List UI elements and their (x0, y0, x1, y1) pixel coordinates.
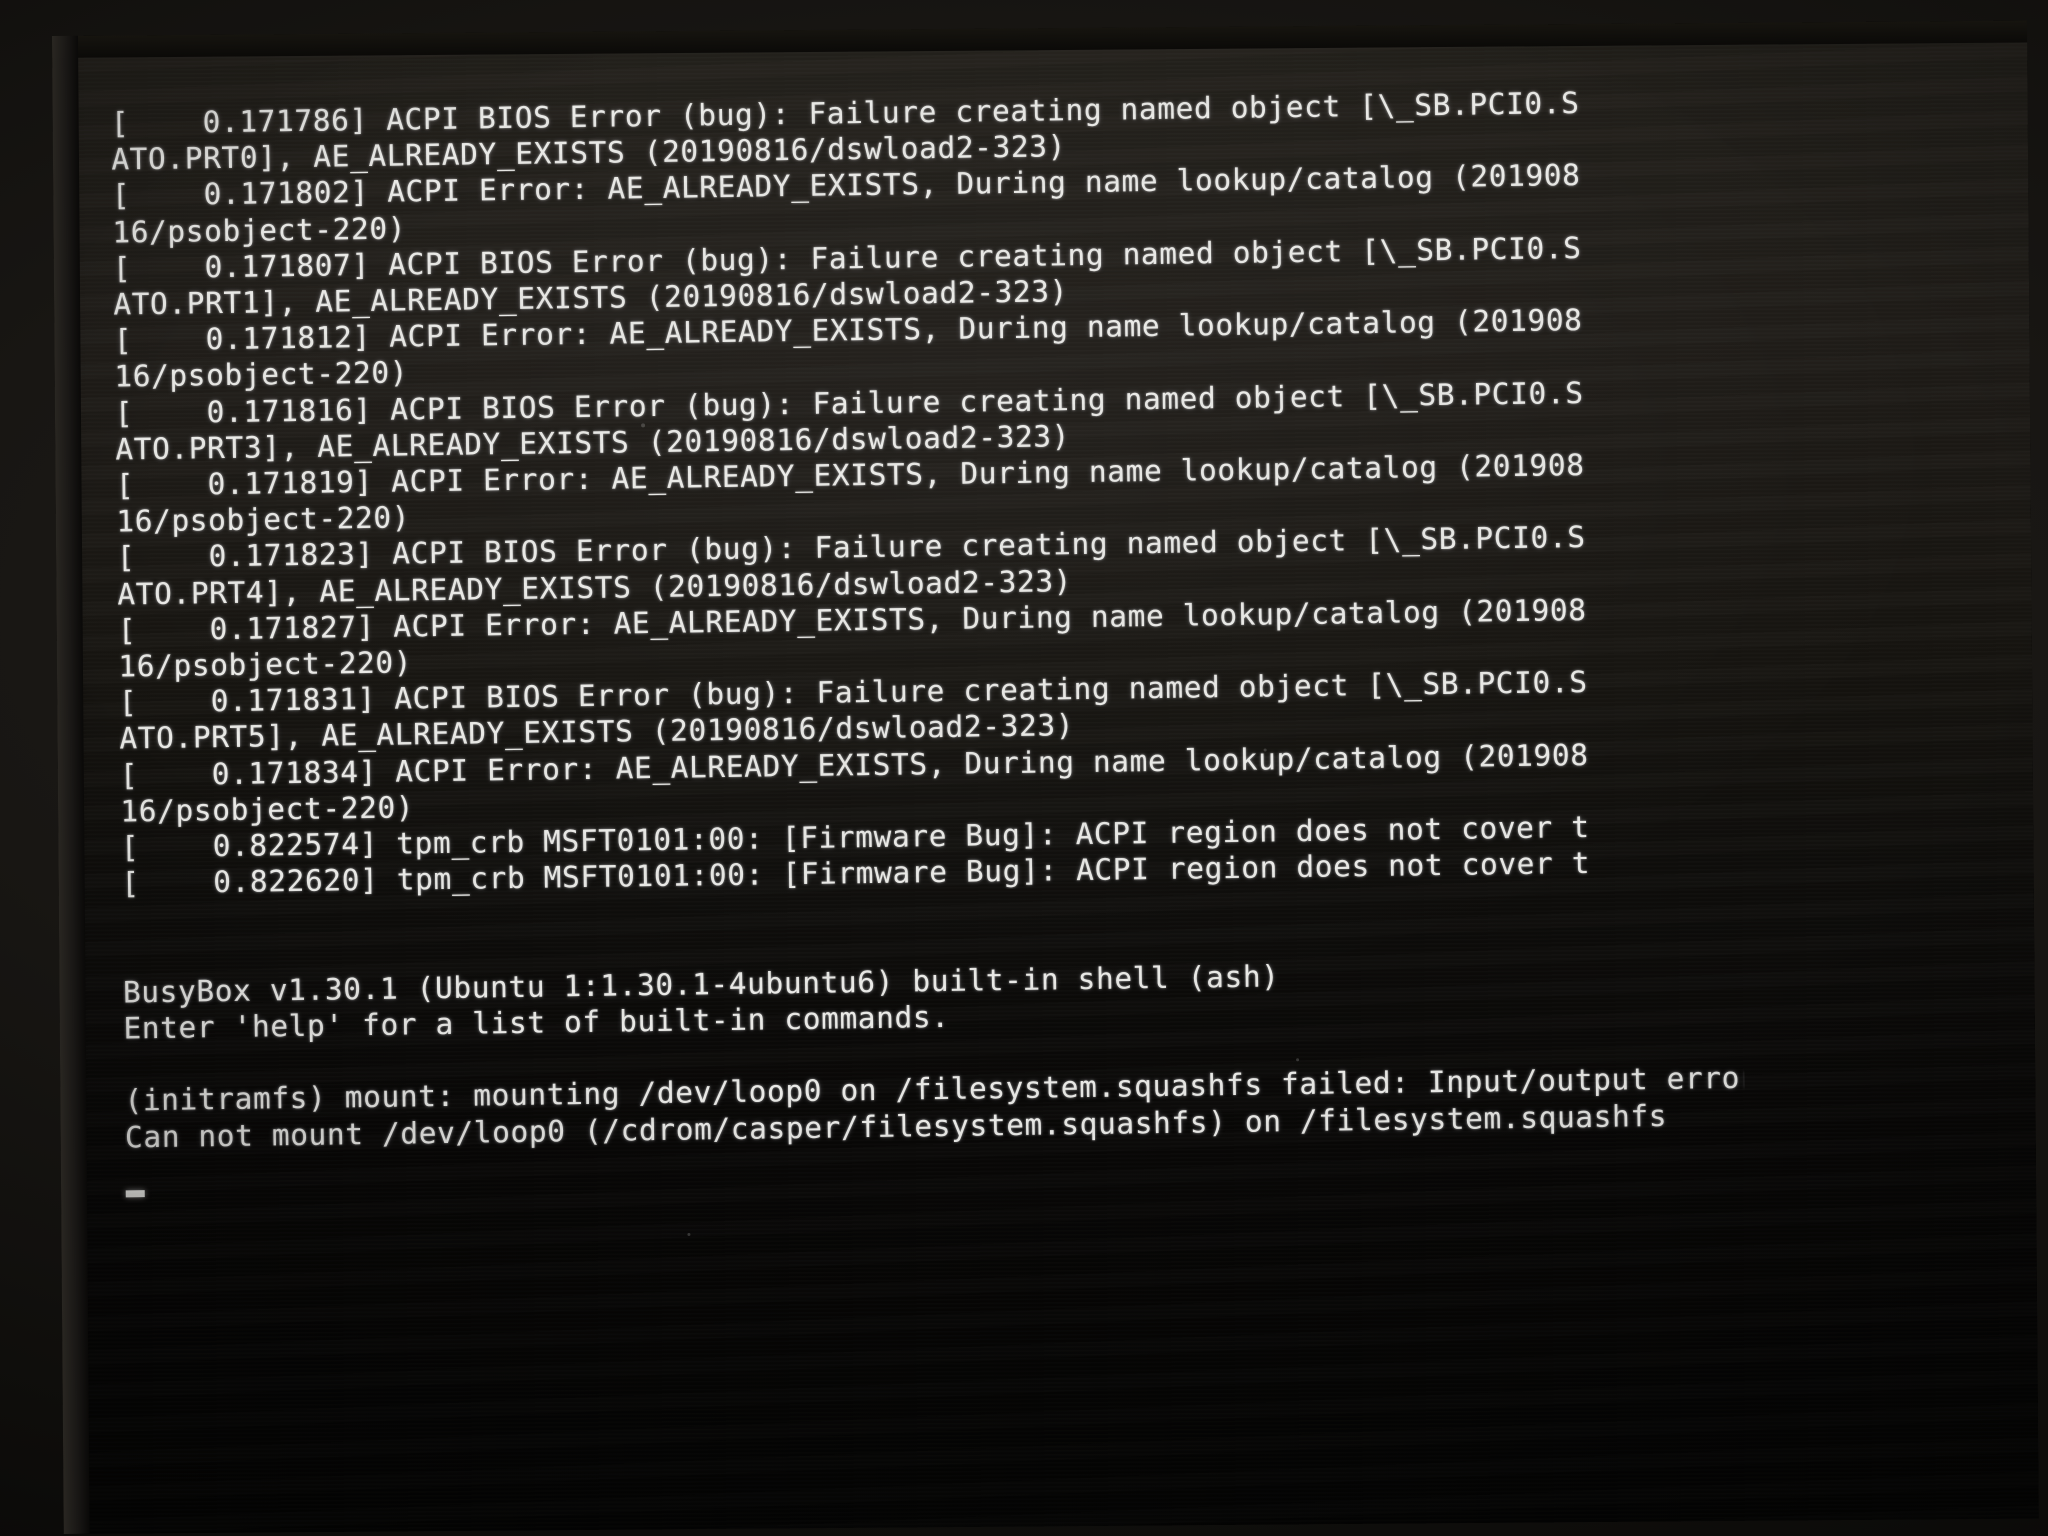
monitor-photo-scene: [ 0.171786] ACPI BIOS Error (bug): Failu… (0, 0, 2048, 1536)
monitor-bezel: [ 0.171786] ACPI BIOS Error (bug): Failu… (52, 20, 2039, 1534)
text-cursor (125, 1190, 145, 1198)
display-panel: [ 0.171786] ACPI BIOS Error (bug): Failu… (78, 42, 2039, 1534)
dust-speck (687, 1233, 691, 1237)
linux-boot-console[interactable]: [ 0.171786] ACPI BIOS Error (bug): Failu… (111, 83, 1746, 1198)
